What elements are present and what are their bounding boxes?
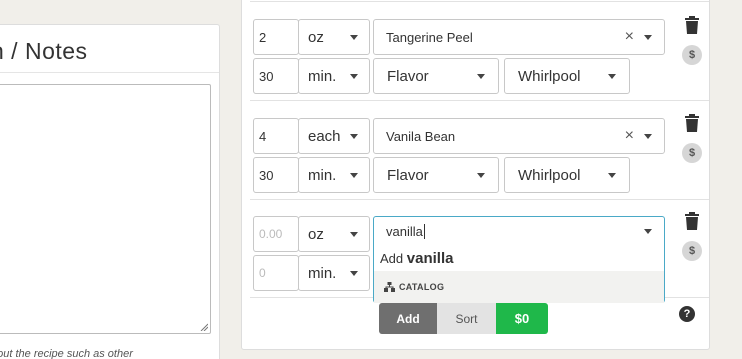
use-value: Flavor (387, 166, 429, 184)
dropdown-catalog-group: CATALOG (374, 271, 664, 303)
notes-hint: bout the recipe such as other (0, 348, 133, 359)
row-divider (250, 199, 709, 200)
use-select[interactable]: Flavor (373, 157, 499, 193)
chevron-down-icon (477, 173, 485, 178)
unit-value: oz (308, 28, 324, 46)
chevron-down-icon (350, 74, 358, 79)
new-time-input[interactable]: 0 (253, 255, 299, 291)
chevron-down-icon (350, 232, 358, 237)
chevron-down-icon (350, 35, 358, 40)
time-unit-value: min. (308, 166, 337, 184)
catalog-label: CATALOG (399, 282, 445, 292)
use-value: Flavor (387, 67, 429, 85)
stage-select[interactable]: Whirlpool (504, 58, 630, 94)
notes-title: n / Notes (0, 38, 88, 64)
search-value: vanilla (386, 224, 423, 239)
trash-icon[interactable] (684, 114, 700, 132)
unit-select[interactable]: oz (298, 19, 370, 55)
notes-divider (0, 72, 219, 73)
clear-icon[interactable]: × (625, 28, 634, 46)
ingredient-search-input[interactable]: vanilla (373, 216, 665, 246)
add-button[interactable]: Add (379, 303, 437, 334)
chevron-down-icon (477, 74, 485, 79)
chevron-down-icon (644, 229, 652, 234)
unit-value: oz (308, 225, 324, 243)
use-select[interactable]: Flavor (373, 58, 499, 94)
time-unit-select[interactable]: min. (298, 58, 370, 94)
add-prefix: Add (380, 251, 404, 266)
chevron-down-icon (350, 173, 358, 178)
stage-select[interactable]: Whirlpool (504, 157, 630, 193)
stage-value: Whirlpool (518, 166, 581, 184)
notes-panel: n / Notes bout the recipe such as other (0, 24, 220, 359)
time-input[interactable]: 30 (253, 157, 299, 193)
new-amount-input[interactable]: 0.00 (253, 216, 299, 252)
resize-handle-icon[interactable] (200, 323, 208, 331)
time-unit-value: min. (308, 264, 337, 282)
ingredient-name: Tangerine Peel (386, 29, 473, 45)
cost-button[interactable]: $ (682, 241, 702, 261)
ingredients-panel: 2 oz Tangerine Peel × 30 min. Flavor Whir… (241, 0, 710, 350)
time-unit-select[interactable]: min. (298, 157, 370, 193)
ingredient-dropdown: Add vanilla CATALOG (373, 246, 665, 303)
chevron-down-icon (608, 173, 616, 178)
notes-textarea[interactable] (0, 84, 211, 334)
sort-button[interactable]: Sort (437, 303, 496, 334)
ingredient-name: Vanila Bean (386, 128, 456, 144)
chevron-down-icon (644, 35, 652, 40)
ingredient-select[interactable]: Vanila Bean × (373, 118, 665, 154)
total-cost-button[interactable]: $0 (496, 303, 548, 334)
trash-icon[interactable] (684, 212, 700, 230)
trash-icon[interactable] (684, 16, 700, 34)
new-time-unit-select[interactable]: min. (298, 255, 370, 291)
dropdown-add-option[interactable]: Add vanilla (380, 250, 453, 267)
unit-select[interactable]: each (298, 118, 370, 154)
amount-input[interactable]: 4 (253, 118, 299, 154)
time-unit-value: min. (308, 67, 337, 85)
cost-button[interactable]: $ (682, 45, 702, 65)
cost-button[interactable]: $ (682, 143, 702, 163)
chevron-down-icon (350, 271, 358, 276)
help-icon[interactable]: ? (679, 306, 695, 322)
chevron-down-icon (350, 134, 358, 139)
row-divider (250, 1, 709, 2)
ingredient-select[interactable]: Tangerine Peel × (373, 19, 665, 55)
new-unit-select[interactable]: oz (298, 216, 370, 252)
unit-value: each (308, 127, 341, 145)
chevron-down-icon (608, 74, 616, 79)
row-divider (250, 100, 709, 101)
clear-icon[interactable]: × (625, 127, 634, 145)
add-term: vanilla (406, 250, 454, 267)
time-input[interactable]: 30 (253, 58, 299, 94)
amount-input[interactable]: 2 (253, 19, 299, 55)
stage-value: Whirlpool (518, 67, 581, 85)
text-cursor (423, 224, 425, 239)
action-bar: Add Sort $0 (379, 303, 548, 334)
catalog-icon (384, 282, 395, 292)
chevron-down-icon (644, 134, 652, 139)
